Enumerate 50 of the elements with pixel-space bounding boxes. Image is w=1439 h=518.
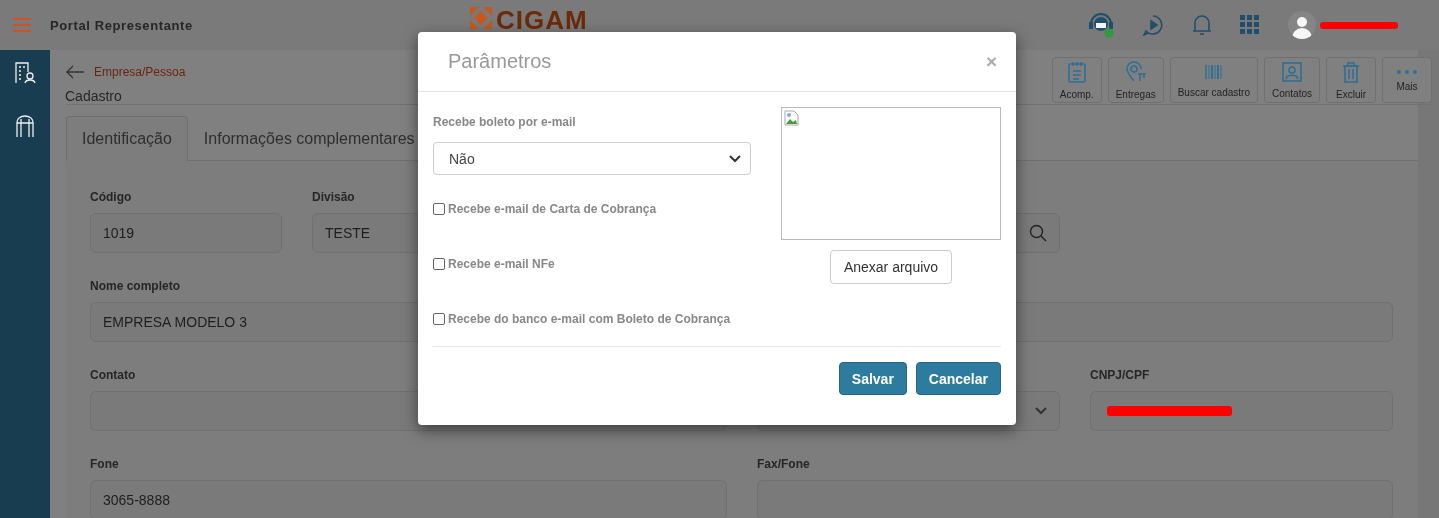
toolbar-button[interactable]: Buscar cadastro xyxy=(1169,57,1258,103)
checkbox[interactable] xyxy=(433,258,445,270)
field-label: Fone xyxy=(90,457,120,471)
checkbox[interactable] xyxy=(433,313,445,325)
toolbar-button[interactable]: Excluir xyxy=(1326,57,1376,103)
search-icon xyxy=(1029,224,1047,242)
checkbox[interactable] xyxy=(433,203,445,215)
logo-icon xyxy=(470,7,492,29)
broken-image-icon xyxy=(784,110,800,126)
field-label: Nome completo xyxy=(90,279,181,293)
trash-icon xyxy=(1342,60,1360,83)
select-field[interactable]: Não xyxy=(433,142,751,175)
tab[interactable]: Identificação xyxy=(66,116,188,161)
app-title: Portal Representante xyxy=(50,17,194,33)
location-pin-icon xyxy=(1124,60,1147,83)
dialog-title: Parâmetros xyxy=(448,50,552,73)
field-label: Recebe boleto por e-mail xyxy=(433,115,577,129)
chevron-down-icon xyxy=(1035,407,1047,415)
page-subtitle: Cadastro xyxy=(65,88,123,104)
toolbar-button[interactable]: Entregas xyxy=(1107,57,1164,103)
back-arrow-icon[interactable] xyxy=(66,65,84,79)
chevron-down-icon xyxy=(729,154,741,163)
barcode-icon xyxy=(1203,62,1224,81)
breadcrumb-link[interactable]: Empresa/Pessoa xyxy=(94,65,186,79)
checkbox-label: Recebe e-mail NFe xyxy=(448,257,555,271)
field-label: Fax/Fone xyxy=(757,457,811,471)
field-label: CNPJ/CPF xyxy=(1090,368,1151,382)
logo-text: CIGAM xyxy=(496,7,588,33)
toolbar-button[interactable]: Contatos xyxy=(1263,57,1320,103)
input-field[interactable]: 3065-8888 xyxy=(90,480,727,518)
close-button[interactable]: × xyxy=(985,50,997,73)
toolbar-button[interactable]: Acomp. xyxy=(1051,57,1102,103)
contact-card-icon xyxy=(1282,61,1302,82)
clipboard-icon xyxy=(1066,60,1087,83)
dialog-button[interactable]: Cancelar xyxy=(915,362,1001,395)
field-label: Divisão xyxy=(312,190,356,204)
input-field[interactable] xyxy=(1090,391,1393,431)
checkbox-label: Recebe e-mail de Carta de Cobrança xyxy=(448,202,657,216)
field-label: Código xyxy=(90,190,133,204)
support-agent-icon[interactable] xyxy=(1088,12,1114,38)
field-label: Contato xyxy=(90,368,137,382)
tab[interactable]: Informações complementares xyxy=(187,116,431,161)
building-person-icon[interactable] xyxy=(14,62,36,84)
toolbar-button[interactable]: Mais xyxy=(1382,57,1432,103)
storefront-icon[interactable] xyxy=(15,114,35,138)
user-avatar[interactable] xyxy=(1288,11,1316,39)
input-field[interactable]: 1019 xyxy=(90,213,282,253)
more-icon xyxy=(1396,68,1418,75)
attach-file-button[interactable]: Anexar arquivo xyxy=(829,250,953,284)
dialog-button[interactable]: Salvar xyxy=(838,362,907,395)
